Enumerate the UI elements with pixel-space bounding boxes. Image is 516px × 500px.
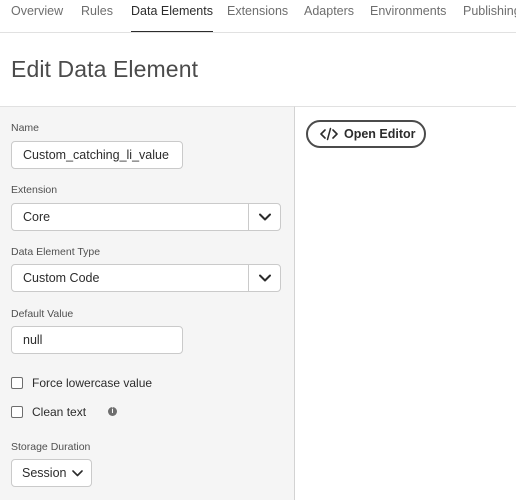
storage-duration-value: Session	[22, 466, 67, 480]
default-value-label: Default Value	[11, 308, 74, 320]
editor-panel: Open Editor	[295, 106, 516, 500]
tab-environments[interactable]: Environments	[370, 0, 446, 32]
top-tab-nav: Overview Rules Data Elements Extensions …	[0, 0, 516, 33]
info-icon[interactable]: i	[108, 407, 117, 416]
page-title: Edit Data Element	[11, 56, 199, 82]
extension-select-value: Core	[23, 210, 51, 224]
data-element-type-select[interactable]: Custom Code	[11, 264, 281, 292]
chevron-down-icon[interactable]	[259, 212, 271, 222]
select-divider	[248, 204, 249, 230]
name-label: Name	[11, 122, 40, 134]
extension-select[interactable]: Core	[11, 203, 281, 231]
extension-label: Extension	[11, 184, 58, 196]
open-editor-label: Open Editor	[344, 127, 416, 141]
config-panel: Name Custom_catching_li_value Extension …	[0, 106, 295, 500]
clean-text-checkbox[interactable]: Clean text i	[11, 405, 131, 421]
storage-duration-picker[interactable]: Session	[11, 459, 92, 487]
code-icon	[320, 127, 338, 141]
storage-duration-label: Storage Duration	[11, 441, 91, 453]
chevron-down-icon[interactable]	[259, 273, 271, 283]
chevron-down-icon[interactable]	[72, 469, 83, 478]
checkbox-box[interactable]	[11, 406, 23, 418]
checkbox-box[interactable]	[11, 377, 23, 389]
tab-data-elements[interactable]: Data Elements	[131, 0, 213, 32]
force-lowercase-checkbox[interactable]: Force lowercase value	[11, 376, 161, 392]
tab-publishing[interactable]: Publishing	[463, 0, 516, 32]
tab-adapters[interactable]: Adapters	[304, 0, 354, 32]
select-divider	[248, 265, 249, 291]
data-element-type-value: Custom Code	[23, 271, 100, 285]
force-lowercase-label: Force lowercase value	[32, 376, 153, 390]
name-input[interactable]: Custom_catching_li_value	[11, 141, 183, 169]
tab-overview[interactable]: Overview	[11, 0, 63, 32]
default-value-input[interactable]: null	[11, 326, 183, 354]
data-element-type-label: Data Element Type	[11, 246, 101, 258]
tab-rules[interactable]: Rules	[81, 0, 113, 32]
clean-text-label: Clean text	[32, 405, 87, 419]
tab-extensions[interactable]: Extensions	[227, 0, 288, 32]
open-editor-button[interactable]: Open Editor	[306, 120, 426, 148]
